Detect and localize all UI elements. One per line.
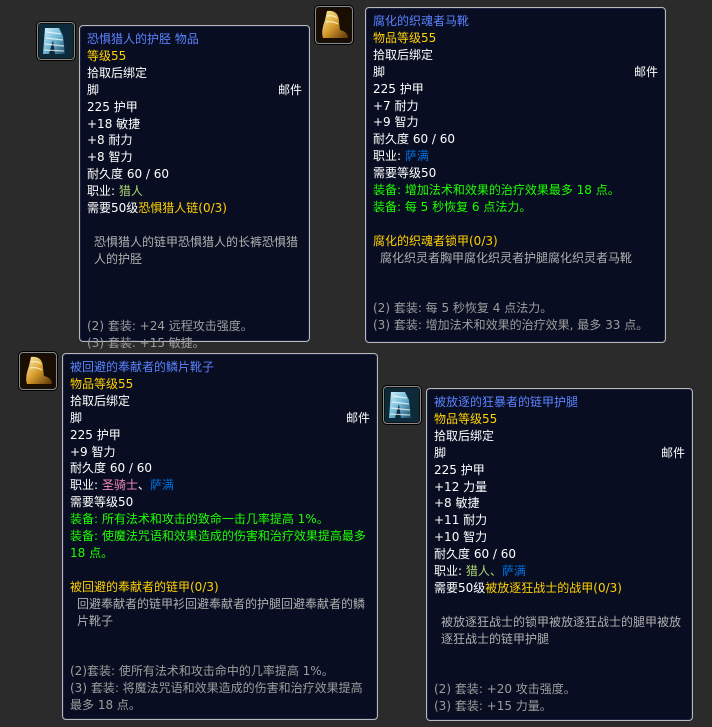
binding-text: 拾取后绑定: [373, 47, 434, 62]
class-name: 猎人: [465, 564, 490, 579]
class-requirement: 职业: 猎人、萨满: [434, 563, 685, 580]
stat-line: 225 护甲: [434, 462, 485, 477]
durability-text: 耐久度 60 / 60: [70, 461, 153, 476]
equip-effect: 装备: 每 5 秒恢复 6 点法力。: [373, 199, 532, 214]
stat-line: +10 智力: [434, 530, 488, 545]
binding-text: 拾取后绑定: [434, 428, 495, 443]
class-requirement: 职业: 猎人: [87, 183, 302, 200]
item-tooltip-3: 被回避的奉献者的鳞片靴子 物品等级55 拾取后绑定 脚 邮件 225 护甲 +9…: [62, 353, 378, 720]
set-name: 腐化的织魂者锁甲(0/3): [373, 233, 498, 248]
stat-line: +7 耐力: [373, 98, 419, 113]
set-pieces-text: 被放逐狂战士的锁甲被放逐狂战士的腿甲被放逐狂战士的链甲护腿: [441, 614, 682, 646]
class-name: 猎人: [118, 184, 143, 199]
stat-line: +8 智力: [87, 150, 133, 165]
slot-text: 脚: [434, 445, 447, 460]
set-name-link: 恐惧猎人链(0/3): [138, 201, 227, 216]
equip-effect: 装备: 增加法术和效果的治疗效果最多 18 点。: [373, 183, 620, 198]
class-name: 萨满: [501, 564, 526, 579]
item-level: 物品等级55: [70, 376, 134, 391]
durability-text: 耐久度 60 / 60: [87, 167, 170, 182]
set-bonus: (2) 套装: 每 5 秒恢复 4 点法力。: [373, 301, 553, 316]
class-requirement: 职业: 萨满: [373, 148, 658, 165]
armor-type-text: 邮件: [345, 410, 370, 425]
set-pieces-text: 回避奉献者的链甲衫回避奉献者的护腿回避奉献者的鳞片靴子: [77, 596, 366, 628]
stat-line: +11 耐力: [434, 513, 488, 528]
item-level: 物品等级55: [434, 411, 498, 426]
golden-boots-icon: [21, 354, 55, 388]
set-pieces-text: 腐化织灵者胸甲腐化织灵者护腿腐化织灵者马靴: [380, 250, 633, 265]
item-title: 被回避的奉献者的鳞片靴子: [70, 360, 215, 374]
set-bonus: (2) 套装: +24 远程攻击强度。: [87, 319, 253, 334]
set-bonus: (2)套装: 使所有法术和攻击命中的几率提高 1%。: [70, 664, 334, 679]
armor-type-text: 邮件: [660, 445, 685, 460]
item-icon-1[interactable]: [37, 22, 75, 60]
item-title: 恐惧猎人的护胫 物品: [87, 32, 199, 46]
stat-line: 225 护甲: [70, 427, 121, 442]
set-name: 被回避的奉献者的链甲(0/3): [70, 579, 219, 594]
stat-line: +8 敏捷: [434, 496, 480, 511]
stat-line: +9 智力: [373, 115, 419, 130]
item-tooltip-1: 恐惧猎人的护胫 物品 等级55 拾取后绑定 脚 邮件 225 护甲 +18 敏捷…: [79, 25, 310, 350]
slot-text: 脚: [70, 410, 83, 425]
stat-line: +18 敏捷: [87, 116, 141, 131]
level-requirement: 需要50级被放逐狂战士的战甲(0/3): [434, 580, 685, 597]
class-name: 萨满: [149, 478, 174, 493]
slot-text: 脚: [373, 64, 386, 79]
item-title: 被放逐的狂暴者的链甲护腿: [434, 395, 579, 409]
class-prefix: 职业:: [434, 564, 466, 579]
class-separator: 、: [489, 564, 502, 579]
level-requirement: 需要50级恐惧猎人链(0/3): [87, 200, 302, 217]
stat-line: +9 智力: [70, 444, 116, 459]
class-prefix: 职业:: [70, 478, 102, 493]
item-tooltip-4: 被放逐的狂暴者的链甲护腿 物品等级55 拾取后绑定 脚 邮件 225 护甲 +1…: [426, 388, 693, 721]
set-bonus: (2) 套装: +20 攻击强度。: [434, 682, 576, 697]
stat-line: 225 护甲: [87, 99, 138, 114]
durability-text: 耐久度 60 / 60: [373, 132, 456, 147]
level-requirement: 需要等级50: [373, 166, 437, 181]
level-requirement: 需要等级50: [70, 495, 134, 510]
mail-leggings-icon: [385, 388, 419, 422]
class-prefix: 职业:: [373, 149, 405, 164]
item-icon-3[interactable]: [19, 352, 57, 390]
item-icon-4[interactable]: [383, 386, 421, 424]
set-bonus: (3) 套装: 将魔法咒语和效果造成的伤害和治疗效果提高最多 18 点。: [70, 681, 363, 713]
set-bonus: (3) 套装: 增加法术和效果的治疗效果, 最多 33 点。: [373, 318, 649, 333]
set-name-link: 被放逐狂战士的战甲(0/3): [485, 580, 622, 595]
binding-text: 拾取后绑定: [87, 65, 148, 80]
stat-line: +8 耐力: [87, 133, 133, 148]
equip-effect: 装备: 所有法术和攻击的致命一击几率提高 1%。: [70, 512, 329, 527]
mail-leggings-icon: [39, 24, 73, 58]
item-tooltip-2: 腐化的织魂者马靴 物品等级55 拾取后绑定 脚 邮件 225 护甲 +7 耐力 …: [365, 7, 666, 343]
class-separator: 、: [137, 478, 150, 493]
armor-type-text: 邮件: [633, 64, 658, 79]
binding-text: 拾取后绑定: [70, 393, 131, 408]
class-prefix: 职业:: [87, 184, 119, 199]
armor-type-text: 邮件: [277, 82, 302, 97]
equip-effect: 装备: 使魔法咒语和效果造成的伤害和治疗效果提高最多 18 点。: [70, 529, 366, 560]
item-title: 腐化的织魂者马靴: [373, 14, 470, 28]
class-name: 圣骑士: [101, 478, 138, 493]
class-requirement: 职业: 圣骑士、萨满: [70, 477, 370, 494]
requirement-prefix: 需要50级: [87, 201, 139, 216]
set-pieces-text: 恐惧猎人的链甲恐惧猎人的长裤恐惧猎人的护胫: [94, 234, 299, 266]
golden-boots-icon: [317, 8, 351, 42]
class-name: 萨满: [404, 149, 429, 164]
set-bonus: (3) 套装: +15 敏捷。: [87, 336, 205, 351]
slot-text: 脚: [87, 82, 100, 97]
stat-line: 225 护甲: [373, 81, 424, 96]
requirement-prefix: 需要50级: [434, 580, 486, 595]
set-bonus: (3) 套装: +15 力量。: [434, 699, 552, 714]
durability-text: 耐久度 60 / 60: [434, 547, 517, 562]
item-level: 物品等级55: [373, 30, 437, 45]
stat-line: +12 力量: [434, 479, 488, 494]
item-icon-2[interactable]: [315, 6, 353, 44]
item-level: 等级55: [87, 48, 127, 63]
